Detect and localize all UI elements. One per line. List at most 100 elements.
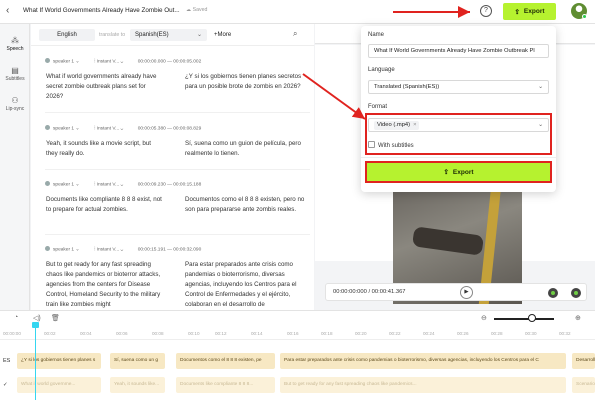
export-button-label: Export xyxy=(523,8,545,15)
ruler-tick: 00:26 xyxy=(457,331,469,336)
segment-text-en[interactable]: What if world governments already have s… xyxy=(46,72,164,102)
segment-meta: speaker 1 ⌄ ⫶ Instant V... ⌄ 00:00:15.19… xyxy=(45,246,201,253)
online-status-dot xyxy=(582,14,587,19)
rail-item-speech[interactable]: ⁂ Speech xyxy=(0,36,30,52)
voice-name[interactable]: Instant V... xyxy=(97,127,120,132)
ruler-tick: 00:30 xyxy=(525,331,537,336)
trash-icon[interactable]: 🗑 xyxy=(51,314,60,322)
search-icon[interactable]: ⌕ xyxy=(293,29,297,39)
segment-text-en[interactable]: But to get ready for any fast spreading … xyxy=(46,260,164,310)
ruler-tick: 00:06 xyxy=(116,331,128,336)
rail-label-lipsync: Lip-sync xyxy=(5,106,25,112)
target-language-select[interactable]: Spanish(ES) ⌄ xyxy=(130,29,207,41)
name-label: Name xyxy=(368,32,385,38)
speed-icon[interactable]: ◔ xyxy=(14,314,18,321)
ruler-tick: 00:02 xyxy=(44,331,56,336)
video-figure xyxy=(411,226,485,256)
volume-icon[interactable]: ◁) xyxy=(33,314,41,322)
segment-text-en[interactable]: Documents like compliante 8 8 8 exist, n… xyxy=(46,195,164,215)
timeline-clip[interactable]: Para estar preparados ante crisis como p… xyxy=(280,353,566,369)
zoom-slider[interactable] xyxy=(494,318,554,320)
voice-name[interactable]: Instant V... xyxy=(97,60,120,65)
ruler-tick: 00:04 xyxy=(80,331,92,336)
ruler-tick: 00:00:00 xyxy=(3,331,21,336)
speaker-avatar-icon xyxy=(45,125,50,130)
segment-start[interactable]: 00:00:05.380 xyxy=(138,127,166,132)
timeline-clip[interactable]: Documents like compliante 8 8 8... xyxy=(176,377,275,393)
ruler-tick: 00:22 xyxy=(389,331,401,336)
speaker-name[interactable]: speaker 1 xyxy=(53,127,74,132)
ruler-tick: 00:12 xyxy=(215,331,227,336)
project-title[interactable]: What If World Governments Already Have Z… xyxy=(23,7,180,14)
voice-name[interactable]: Instant V... xyxy=(97,183,120,188)
divider xyxy=(361,157,556,158)
playhead[interactable] xyxy=(32,322,39,400)
player-time: 00:00:00:000 / 00:00:41.367 xyxy=(333,289,406,295)
ruler-tick: 00:16 xyxy=(287,331,299,336)
segment-end[interactable]: 00:00:08.829 xyxy=(173,127,201,132)
export-button[interactable]: ⇪ Export xyxy=(503,3,556,20)
segment-end[interactable]: 00:00:15.188 xyxy=(173,183,201,188)
speaker-avatar-icon xyxy=(45,181,50,186)
speaker-name[interactable]: speaker 1 xyxy=(53,60,74,65)
timeline-clip[interactable]: Sí, suena como un g xyxy=(110,353,165,369)
zoom-out-icon[interactable]: ⊖ xyxy=(481,314,487,322)
segment-text-es[interactable]: Sí, suena como un guion de película, per… xyxy=(185,139,305,159)
lipsync-icon: ⚇ xyxy=(11,96,19,105)
left-rail: ⁂ Speech ▤ Subtitles ⚇ Lip-sync xyxy=(0,24,30,310)
segment-start[interactable]: 00:00:09.230 xyxy=(138,183,166,188)
language-bar: English translate to Spanish(ES) ⌄ +More… xyxy=(31,24,314,46)
timeline-clip[interactable]: ¿Y si los gobiernos tienen planes s xyxy=(17,353,101,369)
segment-meta: speaker 1 ⌄ ⫶ Instant V... ⌄ 00:00:09.23… xyxy=(45,181,201,188)
speaker-name[interactable]: speaker 1 xyxy=(53,183,74,188)
segment-text-es[interactable]: Documentos como el 8 8 8 existen, pero n… xyxy=(185,195,305,215)
rail-label-subtitles: Subtitles xyxy=(5,76,25,82)
ruler-tick: 00:14 xyxy=(251,331,263,336)
timeline-clip[interactable]: Documentos como el 8 8 8 existen, pe xyxy=(176,353,275,369)
speaker-name[interactable]: speaker 1 xyxy=(53,248,74,253)
timeline-clip[interactable]: Desarrolla xyxy=(572,353,595,369)
play-icon[interactable]: ▶ xyxy=(460,286,473,299)
zoom-in-icon[interactable]: ⊕ xyxy=(575,314,581,322)
speaker-avatar-icon xyxy=(45,58,50,63)
divider xyxy=(45,234,310,235)
segment-text-en[interactable]: Yeah, it sounds like a movie script, but… xyxy=(46,139,164,159)
segment-start[interactable]: 00:00:15.191 xyxy=(138,248,166,253)
language-select[interactable]: Translated (Spanish(ES)) ⌄ xyxy=(368,80,549,94)
chevron-left-icon[interactable]: ‹ xyxy=(6,5,9,17)
audio-toggle-icon[interactable] xyxy=(571,288,581,298)
track-label-en: ✓ xyxy=(3,382,8,388)
rail-item-subtitles[interactable]: ▤ Subtitles xyxy=(0,66,30,82)
segment-end[interactable]: 00:00:32.090 xyxy=(173,248,201,253)
timeline-toolbar: ◔ ◁) 🗑 ⊖ ⊕ xyxy=(0,310,595,326)
ruler-tick: 00:28 xyxy=(491,331,503,336)
saved-label: Saved xyxy=(192,7,208,13)
voice-icon: ⫶ xyxy=(94,182,96,188)
segment-text-es[interactable]: Para estar preparados ante crisis como p… xyxy=(185,260,305,310)
timeline-tracks: ES ¿Y si los gobiernos tienen planes s S… xyxy=(0,340,595,400)
export-confirm-button[interactable]: ⇪ Export xyxy=(365,161,552,183)
timeline-ruler[interactable]: 00:00:00 00:02 00:04 00:06 00:08 00:10 0… xyxy=(0,326,595,340)
timeline-clip[interactable]: Yeah, it sounds like... xyxy=(110,377,165,393)
target-language-value: Spanish(ES) xyxy=(135,32,169,38)
add-language-button[interactable]: +More xyxy=(214,29,231,41)
source-language-chip[interactable]: English xyxy=(39,29,95,41)
player-controls: 00:00:00:000 / 00:00:41.367 ▶ xyxy=(325,283,587,301)
rail-item-lipsync[interactable]: ⚇ Lip-sync xyxy=(0,96,30,112)
format-highlight xyxy=(365,113,552,155)
timeline-clip[interactable]: But to get ready for any fast spreading … xyxy=(280,377,566,393)
speech-icon: ⁂ xyxy=(11,36,19,45)
voice-toggle-icon[interactable] xyxy=(548,288,558,298)
segment-end[interactable]: 00:00:05.002 xyxy=(173,60,201,65)
ruler-tick: 00:10 xyxy=(188,331,200,336)
timeline-clip[interactable]: What if world governme... xyxy=(17,377,101,393)
timeline-clip[interactable]: Scenario xyxy=(572,377,595,393)
voice-name[interactable]: Instant V... xyxy=(97,248,120,253)
name-field[interactable]: What If World Governments Already Have Z… xyxy=(368,44,549,58)
help-icon[interactable]: ? xyxy=(480,5,492,17)
export-dropdown: Name What If World Governments Already H… xyxy=(361,26,556,192)
zoom-slider-handle[interactable] xyxy=(528,314,536,322)
segment-start[interactable]: 00:00:00.000 xyxy=(138,60,166,65)
segment-text-es[interactable]: ¿Y si los gobiernos tienen planes secret… xyxy=(185,72,305,92)
divider xyxy=(45,112,310,113)
